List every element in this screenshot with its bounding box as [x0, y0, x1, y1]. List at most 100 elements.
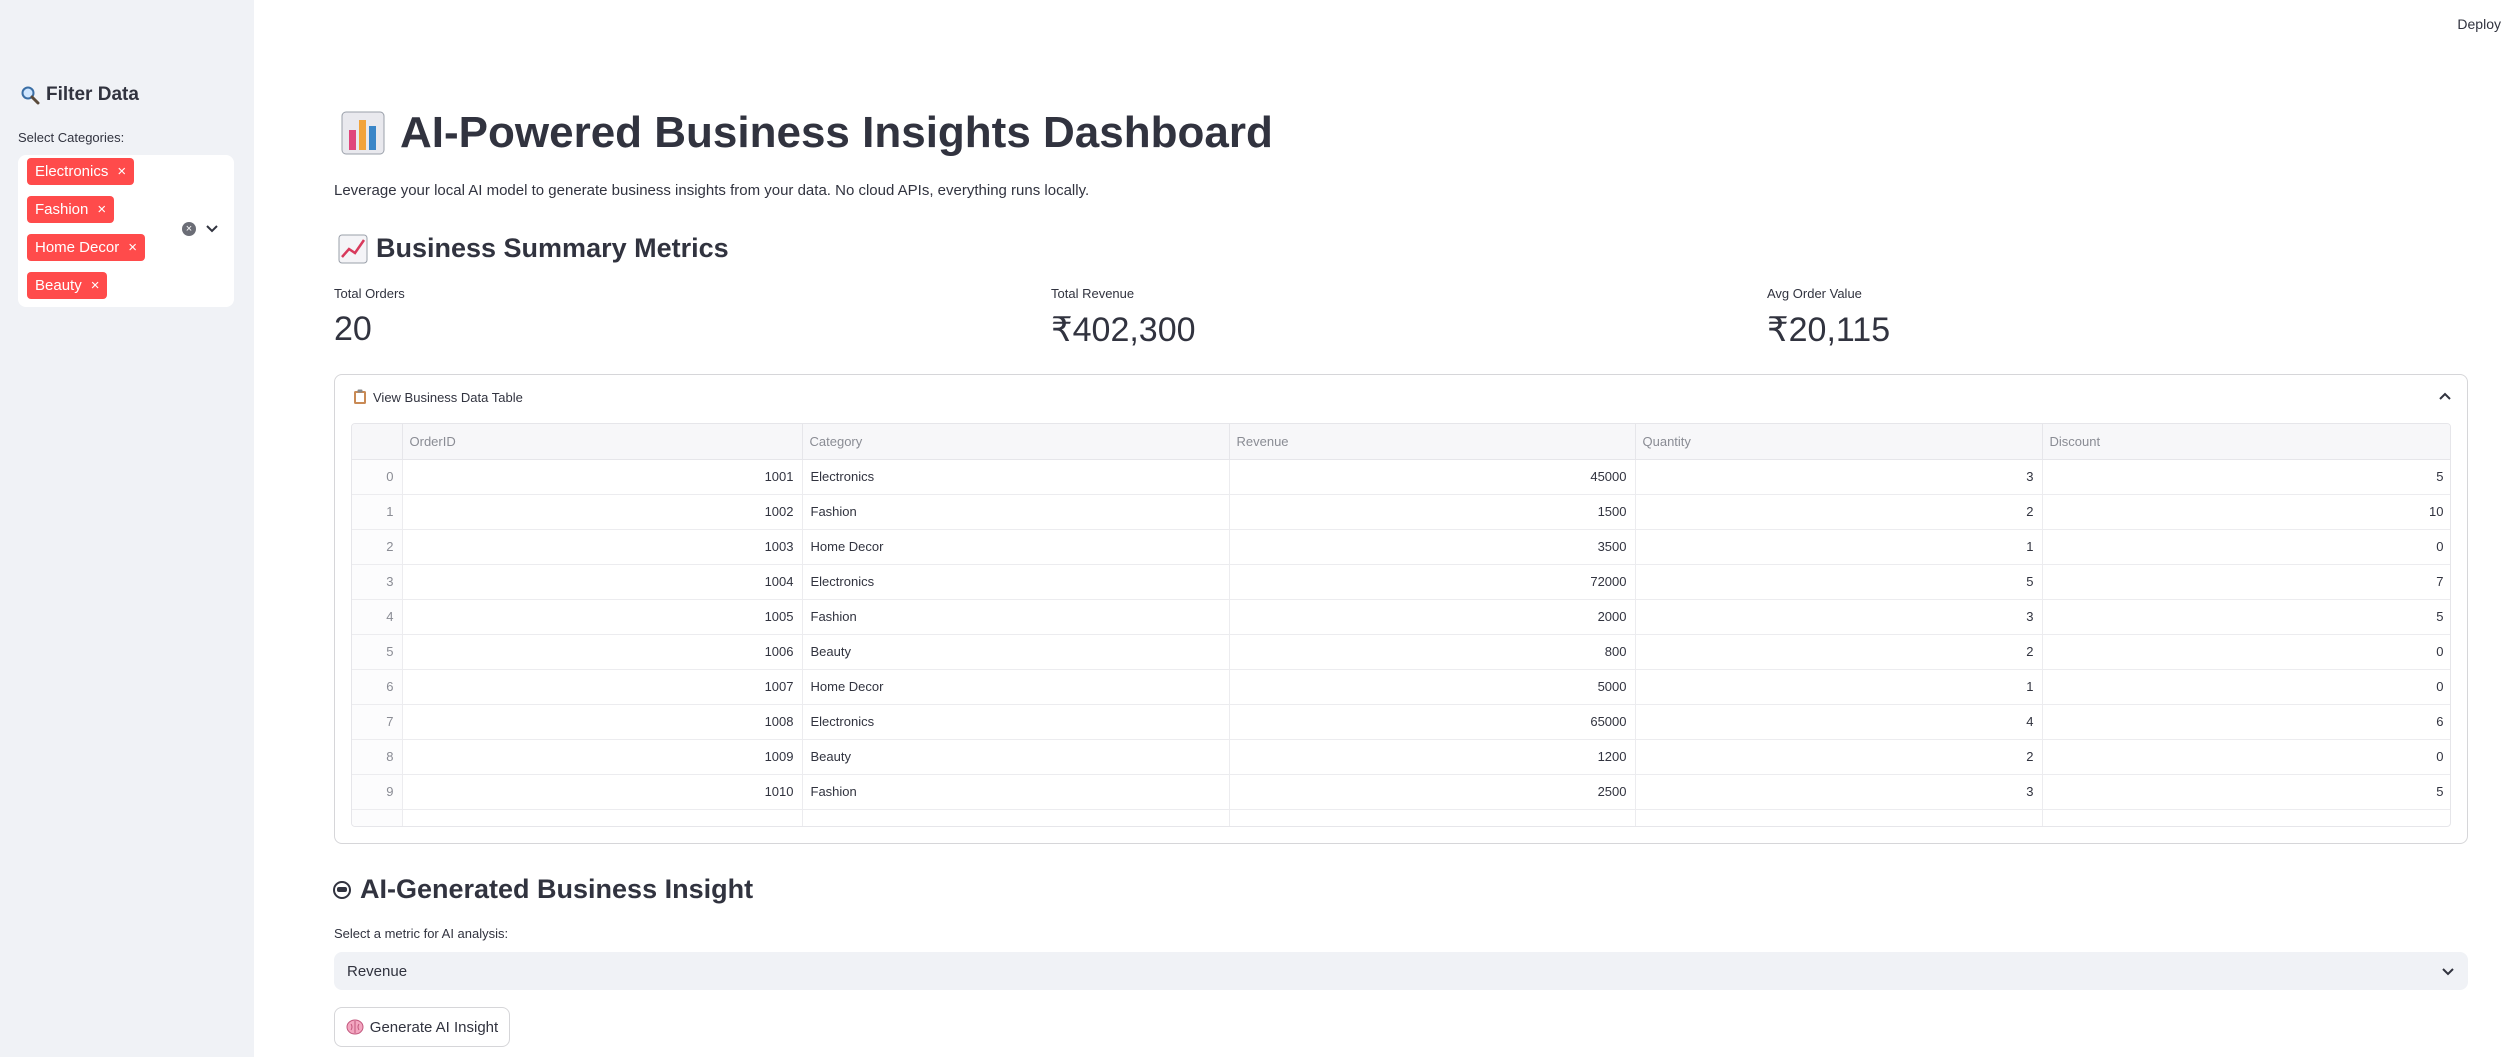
table-cell[interactable]: 1008: [402, 704, 803, 740]
table-cell[interactable]: 4: [1635, 704, 2043, 740]
table-cell[interactable]: 7: [2042, 564, 2450, 600]
metric-select-value: Revenue: [347, 962, 408, 980]
clear-all-icon[interactable]: ×: [182, 222, 196, 236]
table-cell[interactable]: Fashion: [802, 774, 1230, 810]
table-row[interactable]: 2 1003 Home Decor 3500 1 0: [352, 529, 2450, 565]
table-cell[interactable]: 800: [1229, 634, 1636, 670]
table-cell[interactable]: 1: [1635, 669, 2043, 705]
chart-increasing-icon: [338, 234, 368, 263]
table-cell[interactable]: 5: [2042, 459, 2450, 495]
table-cell[interactable]: 0: [2042, 634, 2450, 670]
table-cell[interactable]: 1200: [1229, 739, 1636, 775]
table-cell[interactable]: 5000: [1229, 669, 1636, 705]
table-row[interactable]: 8 1009 Beauty 1200 2 0: [352, 739, 2450, 775]
metric-select[interactable]: Revenue: [334, 952, 2468, 990]
generate-insight-button[interactable]: Generate AI Insight: [334, 1007, 510, 1047]
table-row[interactable]: 6 1007 Home Decor 5000 1 0: [352, 669, 2450, 705]
deploy-button[interactable]: Deploy: [2457, 16, 2501, 32]
remove-chip-icon[interactable]: ×: [117, 164, 126, 179]
table-cell[interactable]: 1010: [402, 774, 803, 810]
column-header[interactable]: Revenue: [1229, 424, 1636, 460]
column-header[interactable]: OrderID: [402, 424, 803, 460]
table-cell[interactable]: 2: [1635, 634, 2043, 670]
remove-chip-icon[interactable]: ×: [91, 278, 100, 293]
table-cell[interactable]: 65000: [1229, 704, 1636, 740]
table-cell[interactable]: 2: [1635, 739, 2043, 775]
table-row[interactable]: 3 1004 Electronics 72000 5 7: [352, 564, 2450, 600]
table-cell[interactable]: 3: [1635, 459, 2043, 495]
table-row[interactable]: 7 1008 Electronics 65000 4 6: [352, 704, 2450, 740]
metric-label-aov: Avg Order Value: [1767, 286, 1862, 301]
table-cell[interactable]: 5: [2042, 774, 2450, 810]
chevron-up-icon[interactable]: [2437, 389, 2453, 405]
column-header[interactable]: Quantity: [1635, 424, 2043, 460]
table-row[interactable]: 5 1006 Beauty 800 2 0: [352, 634, 2450, 670]
column-header[interactable]: Discount: [2042, 424, 2450, 460]
table-cell[interactable]: Electronics: [802, 704, 1230, 740]
category-multiselect[interactable]: Electronics × Fashion × Home Decor × Bea…: [18, 155, 234, 307]
table-row[interactable]: 0 1001 Electronics 45000 3 5: [352, 459, 2450, 495]
data-table: OrderID Category Revenue Quantity Discou…: [352, 424, 2450, 826]
table-cell[interactable]: 2: [1635, 494, 2043, 530]
expander-header[interactable]: View Business Data Table: [353, 389, 523, 405]
table-cell[interactable]: Electronics: [802, 459, 1230, 495]
table-cell[interactable]: 45000: [1229, 459, 1636, 495]
remove-chip-icon[interactable]: ×: [128, 240, 137, 255]
table-cell[interactable]: 5: [2042, 599, 2450, 635]
remove-chip-icon[interactable]: ×: [97, 202, 106, 217]
robot-icon: [333, 880, 351, 899]
table-cell[interactable]: 1007: [402, 669, 803, 705]
row-index: 4: [352, 599, 403, 635]
clipboard-icon: [354, 389, 366, 404]
bar-chart-icon: [341, 111, 385, 155]
table-cell[interactable]: 1003: [402, 529, 803, 565]
table-cell[interactable]: 1001: [402, 459, 803, 495]
table-cell[interactable]: 1: [1635, 529, 2043, 565]
table-row[interactable]: 9 1010 Fashion 2500 3 5: [352, 774, 2450, 810]
chevron-down-icon[interactable]: [204, 220, 220, 236]
chip-beauty: Beauty ×: [27, 272, 108, 299]
summary-heading: Business Summary Metrics: [338, 233, 729, 264]
table-cell: [402, 809, 803, 826]
table-cell[interactable]: Electronics: [802, 564, 1230, 600]
metric-value-revenue: ₹402,300: [1051, 311, 1196, 349]
table-cell[interactable]: 0: [2042, 529, 2450, 565]
table-cell[interactable]: 1006: [402, 634, 803, 670]
data-grid[interactable]: OrderID Category Revenue Quantity Discou…: [351, 423, 2451, 827]
row-index: 5: [352, 634, 403, 670]
table-cell[interactable]: 3: [1635, 774, 2043, 810]
table-cell[interactable]: 10: [2042, 494, 2450, 530]
table-cell[interactable]: 6: [2042, 704, 2450, 740]
brain-icon: [346, 1019, 364, 1035]
row-index: 2: [352, 529, 403, 565]
column-header[interactable]: Category: [802, 424, 1230, 460]
table-cell[interactable]: 5: [1635, 564, 2043, 600]
table-cell[interactable]: 3: [1635, 599, 2043, 635]
table-cell: [1635, 809, 2043, 826]
table-cell[interactable]: 1500: [1229, 494, 1636, 530]
table-cell[interactable]: 1009: [402, 739, 803, 775]
table-cell[interactable]: 72000: [1229, 564, 1636, 600]
table-cell[interactable]: 0: [2042, 739, 2450, 775]
table-cell[interactable]: Beauty: [802, 634, 1230, 670]
table-cell[interactable]: 3500: [1229, 529, 1636, 565]
table-cell[interactable]: Fashion: [802, 494, 1230, 530]
table-cell: [802, 809, 1230, 826]
table-cell[interactable]: Home Decor: [802, 669, 1230, 705]
table-row[interactable]: 4 1005 Fashion 2000 3 5: [352, 599, 2450, 635]
row-index: 0: [352, 459, 403, 495]
sidebar-title-text: Filter Data: [46, 84, 139, 105]
table-cell[interactable]: 1004: [402, 564, 803, 600]
table-cell[interactable]: 1005: [402, 599, 803, 635]
table-cell[interactable]: Home Decor: [802, 529, 1230, 565]
chip-label: Home Decor: [35, 239, 120, 256]
table-cell[interactable]: Fashion: [802, 599, 1230, 635]
table-cell[interactable]: 0: [2042, 669, 2450, 705]
table-cell[interactable]: 2500: [1229, 774, 1636, 810]
table-cell[interactable]: 2000: [1229, 599, 1636, 635]
magnifier-icon: [21, 86, 40, 105]
table-cell[interactable]: 1002: [402, 494, 803, 530]
table-cell[interactable]: Beauty: [802, 739, 1230, 775]
page-title: AI-Powered Business Insights Dashboard: [340, 108, 1273, 158]
table-row[interactable]: 1 1002 Fashion 1500 2 10: [352, 494, 2450, 530]
